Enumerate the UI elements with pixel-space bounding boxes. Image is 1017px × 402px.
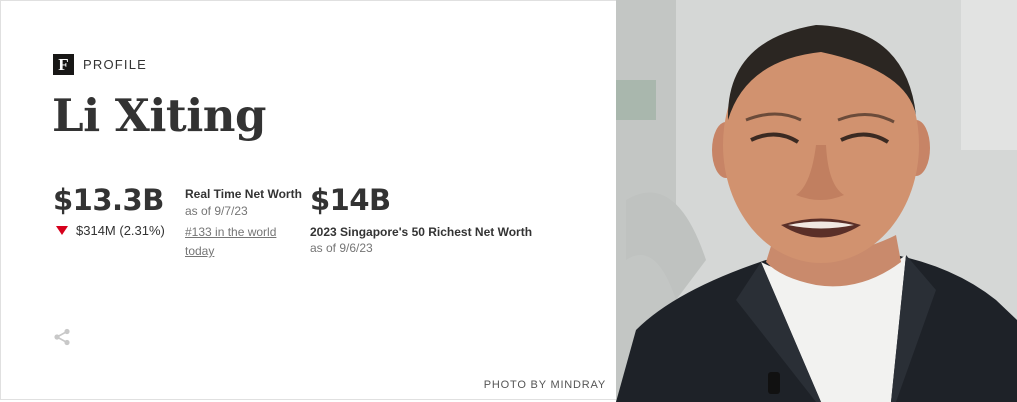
- profile-photo: [616, 0, 1017, 402]
- real-time-date: as of 9/7/23: [185, 204, 248, 218]
- net-worth-change: $314M (2.31%): [56, 223, 165, 238]
- list-label: 2023 Singapore's 50 Richest Net Worth: [310, 225, 533, 239]
- down-arrow-icon: [56, 226, 68, 235]
- profile-header: F PROFILE: [53, 54, 147, 75]
- profile-card: F PROFILE Li Xiting $13.3B $314M (2.31%)…: [0, 0, 616, 400]
- portrait-image: [616, 0, 1017, 402]
- share-icon[interactable]: [53, 328, 71, 346]
- photo-credit: PHOTO BY MINDRAY: [483, 379, 606, 391]
- change-value: $314M (2.31%): [76, 223, 165, 238]
- world-rank-link[interactable]: #133 in the world today: [185, 223, 300, 261]
- list-net-worth: $14B: [310, 183, 391, 217]
- real-time-label: Real Time Net Worth: [185, 187, 302, 201]
- person-name: Li Xiting: [52, 89, 266, 142]
- profile-label: PROFILE: [83, 57, 148, 72]
- real-time-net-worth: $13.3B: [53, 183, 164, 217]
- list-date: as of 9/6/23: [310, 241, 373, 255]
- forbes-logo-icon[interactable]: F: [53, 54, 74, 75]
